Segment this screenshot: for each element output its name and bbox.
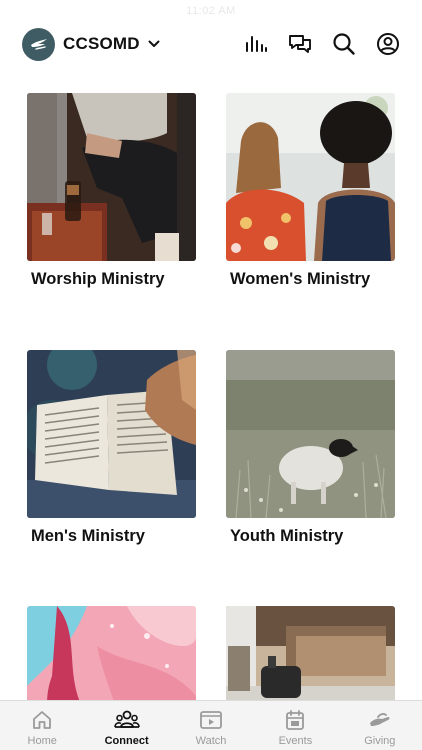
tab-label: Connect [104, 735, 149, 747]
tab-watch[interactable]: Watch [169, 701, 253, 750]
ministry-title: Women's Ministry [230, 270, 371, 288]
tab-label: Giving [364, 735, 396, 747]
tab-events[interactable]: Events [253, 701, 337, 750]
hand-icon [369, 713, 390, 726]
tab-label: Home [27, 735, 57, 747]
profile-icon[interactable] [376, 32, 400, 56]
open-bible-photo [27, 350, 196, 518]
analytics-icon[interactable] [244, 32, 268, 56]
status-bar: 11:02 AM [0, 0, 422, 22]
play-icon [200, 711, 222, 729]
app-header: CCSOMD [0, 24, 422, 64]
tab-giving[interactable]: Giving [338, 701, 422, 750]
ministry-title: Worship Ministry [31, 270, 165, 288]
tab-connect[interactable]: Connect [84, 701, 168, 750]
calendar-icon [286, 710, 305, 730]
dove-icon [30, 39, 47, 50]
ministry-card[interactable]: Worship Ministry [27, 93, 196, 289]
ministry-title: Youth Ministry [230, 527, 344, 545]
org-name: CCSOMD [63, 34, 140, 53]
two-women-outdoors-photo [226, 93, 395, 261]
tab-label: Events [278, 735, 313, 747]
home-icon [33, 711, 52, 729]
org-switcher[interactable]: CCSOMD [63, 34, 160, 54]
search-icon[interactable] [332, 32, 356, 56]
tab-label: Watch [195, 735, 227, 747]
guitarist-seated-photo [27, 93, 196, 261]
ministry-title: Men's Ministry [31, 527, 145, 545]
bottom-tab-bar: Home Connect Watch Events Giving [0, 700, 422, 750]
church-logo[interactable] [22, 27, 55, 61]
status-time: 11:02 AM [186, 5, 236, 17]
people-icon [113, 710, 140, 728]
ministry-card[interactable]: Women's Ministry [226, 93, 395, 289]
ministry-card[interactable]: Men's Ministry [27, 350, 196, 546]
lamb-in-meadow-photo [226, 350, 395, 518]
messages-icon[interactable] [288, 32, 312, 56]
chevron-down-icon [148, 40, 160, 48]
tab-home[interactable]: Home [0, 701, 84, 750]
ministry-card[interactable]: Youth Ministry [226, 350, 395, 546]
